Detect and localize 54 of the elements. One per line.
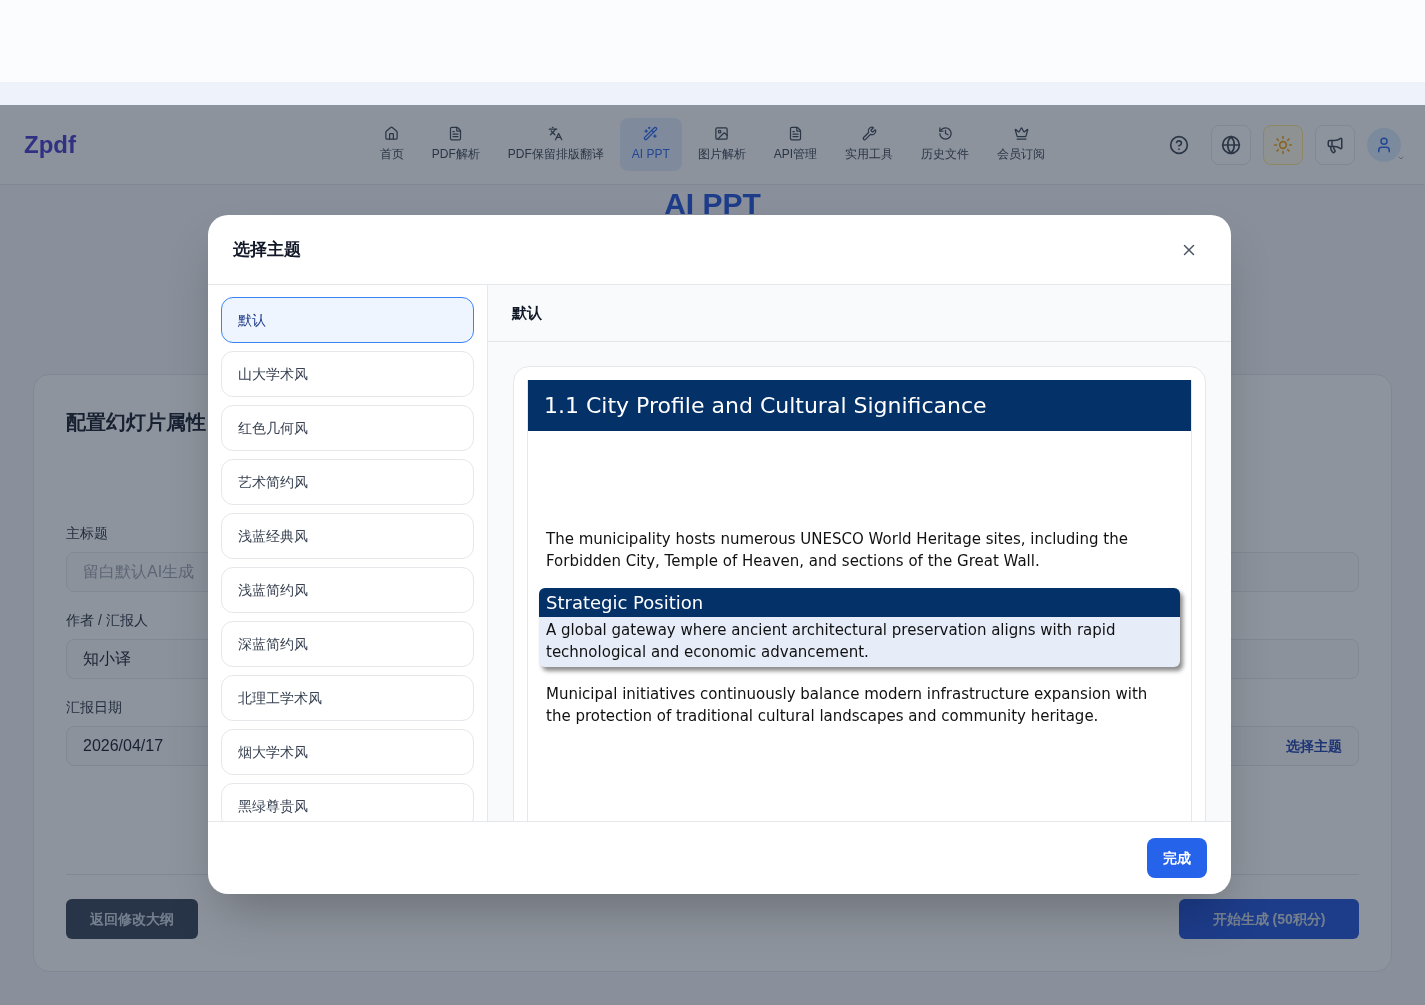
nav-tab[interactable]: 历史文件	[909, 118, 982, 171]
document-icon	[448, 126, 464, 141]
dialog-title: 选择主题	[233, 238, 301, 261]
magic-wand-icon	[643, 126, 659, 141]
theme-option[interactable]: 红色几何风	[221, 405, 474, 451]
nav-tab[interactable]: PDF保留排版翻译	[495, 118, 616, 171]
nav-tab[interactable]: 首页	[367, 118, 416, 171]
slide-paragraph: Municipal initiatives continuously balance modern infrastructure expansion with the protection of traditional cultural landscapes and community heritage.	[545, 684, 1149, 727]
theme-option[interactable]: 北理工学术风	[221, 675, 474, 721]
preview-title: 默认	[512, 302, 542, 323]
theme-option[interactable]: 烟大学术风	[221, 729, 474, 775]
block-title: Strategic Position	[546, 591, 704, 615]
help-icon	[1169, 134, 1189, 155]
document-icon	[788, 126, 803, 141]
history-icon	[937, 126, 953, 141]
slide-title: 1.1 City Profile and Cultural Significance	[544, 392, 987, 420]
user-avatar-button[interactable]	[1367, 127, 1401, 162]
theme-option[interactable]: 黑绿尊贵风	[221, 783, 474, 821]
nav-tab[interactable]: 实用工具	[833, 118, 906, 171]
field-label: 汇报日期	[66, 698, 122, 717]
theme-toggle-button[interactable]	[1263, 124, 1303, 165]
field-label: 作者 / 汇报人	[66, 611, 148, 630]
image-icon	[714, 126, 730, 141]
theme-option[interactable]: 浅蓝简约风	[221, 567, 474, 613]
language-button[interactable]	[1211, 124, 1251, 165]
section-heading: 配置幻灯片属性	[66, 410, 206, 435]
theme-option[interactable]: 艺术简约风	[221, 459, 474, 505]
crown-icon	[1013, 126, 1029, 141]
user-icon	[1375, 135, 1393, 154]
app-logo: Zpdf	[24, 129, 77, 160]
sun-icon	[1273, 134, 1293, 155]
wrench-icon	[861, 126, 877, 141]
nav-tab[interactable]: 图片解析	[685, 118, 758, 171]
nav-tab[interactable]: PDF解析	[419, 118, 492, 171]
translate-icon	[548, 126, 564, 141]
megaphone-icon	[1326, 135, 1344, 154]
nav-tab[interactable]: API管理	[761, 118, 830, 171]
theme-option[interactable]: 默认	[221, 297, 474, 343]
nav-tab[interactable]: 会员订阅	[985, 118, 1058, 171]
generate-button[interactable]: 开始生成 (50积分)	[1179, 899, 1359, 939]
theme-option[interactable]: 深蓝简约风	[221, 621, 474, 667]
back-button[interactable]: 返回修改大纲	[66, 899, 198, 939]
globe-icon	[1221, 134, 1241, 155]
nav-tab[interactable]: AI PPT	[619, 118, 682, 171]
choose-theme-link[interactable]: 选择主题	[1286, 735, 1342, 757]
done-button[interactable]: 完成	[1147, 838, 1207, 878]
theme-option[interactable]: 浅蓝经典风	[221, 513, 474, 559]
theme-option[interactable]: 山大学术风	[221, 351, 474, 397]
field-label: 主标题	[66, 524, 108, 543]
house-icon	[384, 126, 400, 141]
announcement-button[interactable]	[1315, 124, 1355, 165]
page-title: AI PPT	[663, 186, 762, 222]
slide-paragraph: The municipality hosts numerous UNESCO World Heritage sites, including the Forbidden City, Temple of Heaven, and sections of the Great Wall.	[545, 529, 1129, 572]
block-text: A global gateway where ancient architectural preservation aligns with rapid technological and economic advancement.	[545, 620, 1117, 663]
